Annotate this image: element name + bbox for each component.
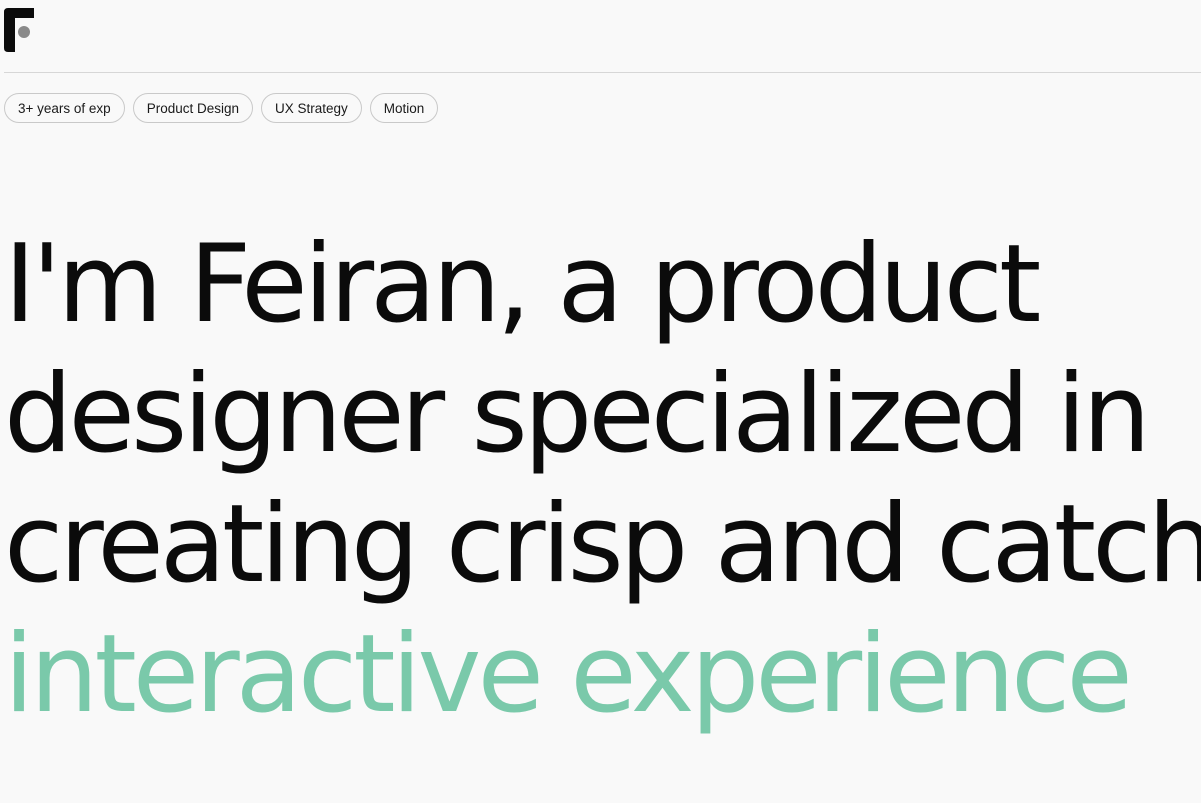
tag-ux-strategy[interactable]: UX Strategy xyxy=(261,93,362,123)
tag-experience[interactable]: 3+ years of exp xyxy=(4,93,125,123)
header-divider xyxy=(4,72,1201,73)
hero-line-2: designer specialized in xyxy=(4,352,1151,477)
hero-headline: I'm Feiran, a product designer specializ… xyxy=(4,220,1201,740)
logo-icon[interactable] xyxy=(4,8,36,52)
hero-line-4-accent: interactive experience xyxy=(4,612,1133,737)
skill-tags: 3+ years of exp Product Design UX Strate… xyxy=(4,93,439,123)
page: 3+ years of exp Product Design UX Strate… xyxy=(0,0,1201,803)
tag-motion[interactable]: Motion xyxy=(369,93,439,123)
hero-line-3: creating crisp and catchy xyxy=(4,482,1201,607)
hero-line-1: I'm Feiran, a product xyxy=(4,222,1041,347)
tag-product-design[interactable]: Product Design xyxy=(132,93,253,123)
